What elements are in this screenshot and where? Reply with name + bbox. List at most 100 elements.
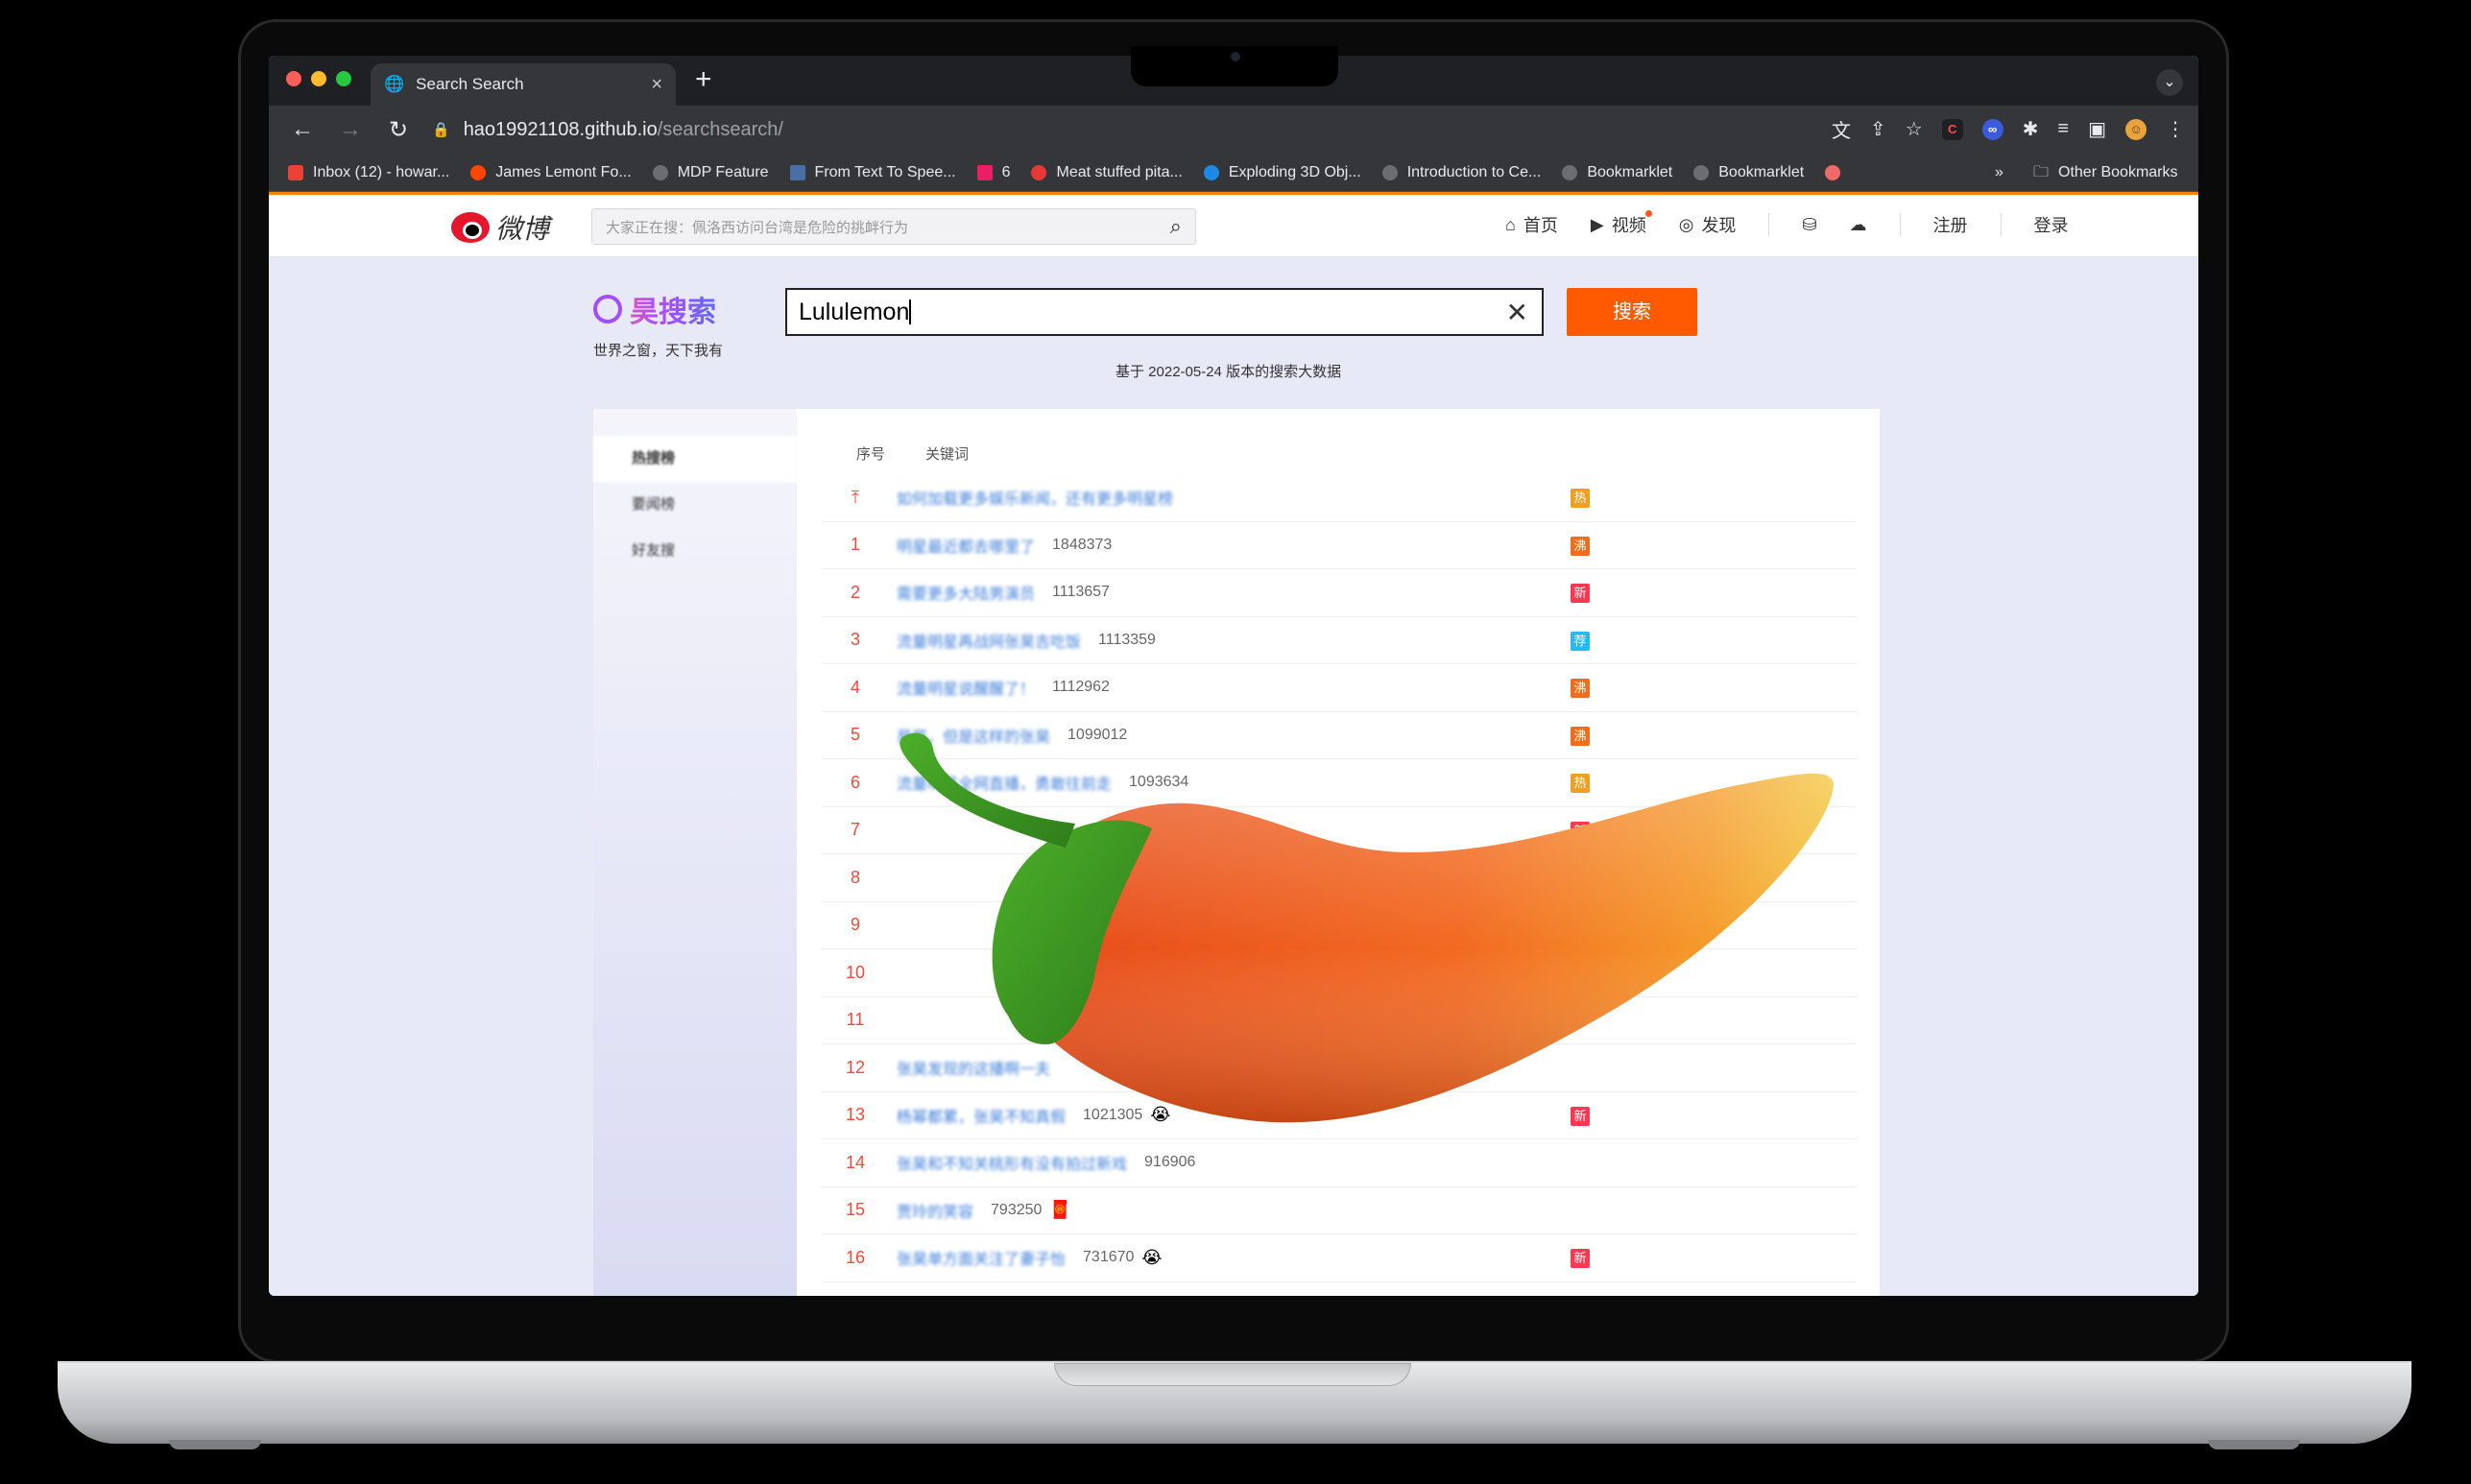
bookmark-item[interactable]: Meat stuffed pita... — [1031, 164, 1183, 181]
nav-discover[interactable]: ◎ 发现 — [1679, 212, 1737, 237]
bookmark-item[interactable]: From Text To Spee... — [789, 164, 956, 181]
keyword-link[interactable]: 流量明星再战网张昊吉吃饭 — [897, 629, 1081, 652]
keyword-link[interactable]: 张昊单方面关注了妻子怡 — [897, 1246, 1066, 1269]
bookmark-item[interactable]: James Lemont Fo... — [470, 164, 632, 181]
browser-tab[interactable]: 🌐 Search Search × — [371, 63, 676, 106]
tab-search-chevron-icon[interactable]: ⌄ — [2156, 69, 2183, 96]
bookmark-item[interactable]: MDP Feature — [652, 164, 769, 181]
close-window-button[interactable] — [286, 71, 301, 86]
camera-icon — [1231, 52, 1240, 61]
nav-bag[interactable]: ⛁ — [1802, 215, 1816, 235]
profile-avatar[interactable]: ☺ — [2125, 118, 2147, 140]
table-row[interactable]: 1 明星最近都去哪里了 1848373 沸 — [822, 522, 1857, 569]
table-row[interactable]: 15 贾玲的笑容 793250 🧧 — [822, 1187, 1857, 1234]
kebab-menu-icon[interactable]: ⋮ — [2166, 117, 2185, 141]
bookmark-item[interactable]: Bookmarklet — [1693, 164, 1804, 181]
rank-number: 3 — [850, 630, 860, 650]
table-row[interactable]: 4 流量明星说醒醒了！ 1112962 沸 — [822, 664, 1857, 712]
translate-icon[interactable]: 文 — [1832, 115, 1851, 143]
table-row[interactable]: 2 需要更多大陆男演员 1113657 新 — [822, 569, 1857, 617]
gmail-icon — [288, 164, 303, 180]
keyword-link[interactable]: 需要更多大陆男演员 — [897, 581, 1035, 604]
weibo-header: 微博 大家正在搜：佩洛西访问台湾是危险的挑衅行为 ⌕ ⌂ 首页 ▶ 视频 ◎ 发现 ⛁… — [269, 192, 2198, 257]
reading-list-icon[interactable]: ≡ — [2057, 118, 2069, 140]
tab-hot[interactable]: 热搜榜 — [593, 436, 797, 482]
board-sidebar: 热搜榜 要闻榜 好友搜 — [593, 409, 797, 1296]
search-count: 1113657 — [1052, 584, 1110, 601]
keyword-link[interactable]: 如何加载更多娱乐新闻，还有更多明星榜 — [897, 486, 1173, 509]
weibo-logo[interactable]: 微博 — [451, 208, 549, 247]
status-badge: 热 — [1571, 489, 1590, 508]
tab-news[interactable]: 要闻榜 — [593, 482, 797, 528]
search-count: 731670 — [1083, 1249, 1135, 1266]
reddit-icon — [470, 164, 487, 180]
status-badge: 新 — [1571, 1249, 1590, 1268]
weibo-search-input[interactable]: 大家正在搜：佩洛西访问台湾是危险的挑衅行为 ⌕ — [591, 208, 1196, 245]
maximize-window-button[interactable] — [336, 71, 351, 86]
m-logo-icon — [976, 164, 993, 180]
bookmark-item[interactable]: Bookmarklet — [1562, 164, 1672, 181]
bookmark-item[interactable] — [1825, 164, 1841, 180]
bookmarks-overflow-button[interactable]: » — [1995, 154, 2003, 192]
main-search-input[interactable]: Lululemon ✕ — [785, 288, 1544, 336]
compass-icon: ◎ — [1678, 214, 1694, 234]
drop-icon — [1203, 164, 1219, 180]
keyword-link[interactable]: 流量明星说醒醒了！ — [897, 676, 1035, 699]
emoji-icon: 🧧 — [1049, 1200, 1071, 1220]
tab-close-icon[interactable]: × — [651, 74, 662, 96]
back-arrow-icon[interactable]: ← — [288, 116, 317, 143]
globe-icon: 🌐 — [384, 75, 405, 93]
address-bar: ← → ↻ 🔒 hao19921108.github.io/searchsear… — [269, 106, 2198, 154]
table-row[interactable]: ⤒ 如何加载更多娱乐新闻，还有更多明星榜 热 — [822, 474, 1857, 522]
status-badge: 沸 — [1571, 536, 1590, 556]
forward-arrow-icon[interactable]: → — [336, 116, 365, 143]
table-row[interactable]: 16 张昊单方面关注了妻子怡 731670 😭 新 — [822, 1234, 1857, 1282]
bookmark-item[interactable]: Introduction to Ce... — [1381, 164, 1541, 181]
video-icon: ▶ — [1590, 214, 1604, 234]
url-host: hao19921108.github.io — [463, 118, 658, 140]
table-row[interactable]: 3 流量明星再战网张昊吉吃饭 1113359 荐 — [822, 617, 1857, 664]
nav-video[interactable]: ▶ 视频 — [1590, 210, 1652, 237]
nav-game[interactable]: ☁ — [1850, 215, 1867, 235]
tab-friends[interactable]: 好友搜 — [593, 528, 797, 574]
tab-title: Search Search — [416, 75, 524, 93]
infinity-extension-icon[interactable]: ∞ — [1981, 118, 2003, 140]
keyword-link[interactable]: 贾玲的笑容 — [897, 1199, 973, 1222]
divider — [2000, 213, 2002, 236]
status-badge: 新 — [1571, 584, 1590, 603]
chili-pepper-image — [900, 732, 1834, 1123]
bookmark-item[interactable]: Inbox (12) - howar... — [288, 164, 449, 181]
globe-icon — [652, 164, 668, 180]
register-link[interactable]: 注册 — [1933, 212, 1968, 237]
share-icon[interactable]: ⇪ — [1870, 117, 1886, 141]
rank-column-header: 序号 — [856, 446, 886, 463]
login-link[interactable]: 登录 — [2034, 212, 2069, 237]
bookmark-item[interactable]: 6 — [976, 164, 1010, 181]
minimize-window-button[interactable] — [311, 71, 326, 86]
star-bookmark-icon[interactable]: ☆ — [1906, 117, 1923, 141]
rank-number: 15 — [845, 1200, 866, 1220]
bag-icon: ⛁ — [1802, 214, 1817, 234]
new-tab-button[interactable]: + — [695, 65, 712, 94]
search-button[interactable]: 搜索 — [1567, 288, 1697, 336]
home-icon: ⌂ — [1505, 214, 1516, 234]
keyword-link[interactable]: 明星最近都去哪里了 — [897, 534, 1035, 557]
search-icon[interactable]: ⌕ — [1170, 214, 1182, 239]
side-panel-icon[interactable]: ▣ — [2088, 117, 2106, 141]
window-controls — [286, 71, 351, 86]
bookmark-item[interactable]: Exploding 3D Obj... — [1203, 164, 1361, 181]
url-field[interactable]: 🔒 hao19921108.github.io/searchsearch/ — [432, 119, 783, 141]
asana-icon — [1825, 164, 1841, 180]
clear-icon[interactable]: ✕ — [1506, 297, 1528, 328]
reload-icon[interactable]: ↻ — [384, 116, 413, 144]
colorzilla-extension-icon[interactable]: C — [1941, 118, 1963, 140]
keyword-column-header: 关键词 — [925, 446, 970, 463]
other-bookmarks-folder[interactable]: 🗀 Other Bookmarks — [2033, 154, 2178, 192]
laptop-screen: 🌐 Search Search × + ⌄ ← → ↻ 🔒 hao1992110… — [269, 56, 2198, 1296]
puzzle-extensions-icon[interactable]: ✱ — [2023, 117, 2039, 141]
rank-number: 14 — [845, 1152, 866, 1172]
laptop-hinge — [1054, 1363, 1411, 1386]
keyword-link[interactable]: 张昊和不知关桃形有没有拍过新戏 — [897, 1151, 1127, 1174]
nav-home[interactable]: ⌂ 首页 — [1505, 212, 1558, 237]
text-cursor — [909, 299, 912, 324]
